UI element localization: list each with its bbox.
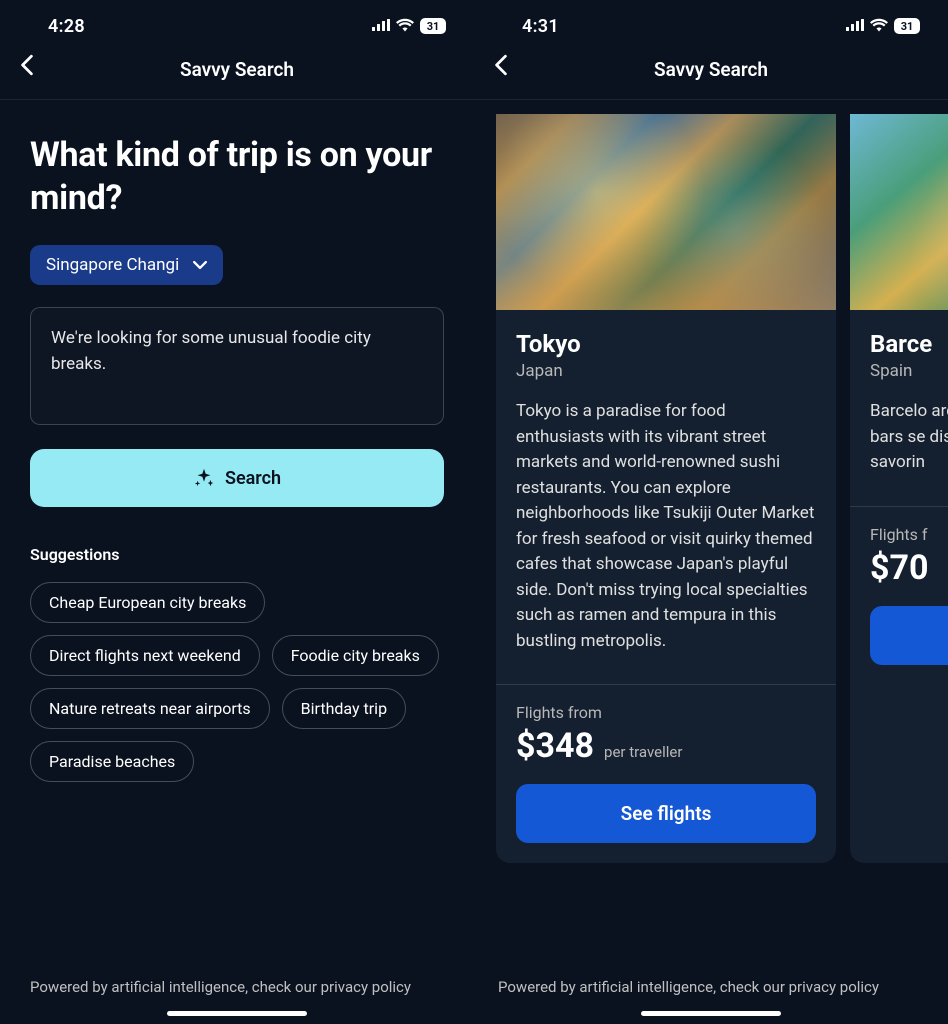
destination-description: Tokyo is a paradise for food enthusiasts… [516,399,816,654]
destination-title: Tokyo [516,330,816,358]
status-bar: 4:31 31 [474,0,948,44]
status-time: 4:31 [522,16,559,37]
destination-card[interactable]: Barce Spain Barcelo architec making geta… [850,114,948,863]
destination-image [496,114,836,310]
status-icons: 31 [846,17,920,36]
suggestions-chips: Cheap European city breaks Direct flight… [30,582,444,782]
search-button-label: Search [225,468,281,489]
app-header: Savvy Search [474,44,948,100]
suggestion-chip[interactable]: Birthday trip [282,688,406,729]
battery-indicator: 31 [420,18,446,34]
flights-from-label: Flights from [516,703,816,722]
search-content: What kind of trip is on your mind? Singa… [0,100,474,1024]
wifi-icon [870,17,888,36]
origin-selector[interactable]: Singapore Changi [30,245,223,285]
see-flights-button[interactable] [870,606,948,665]
price-row: $348 per traveller [516,726,816,766]
price-value: $348 [516,726,594,766]
suggestion-chip[interactable]: Cheap European city breaks [30,582,265,623]
flights-from-label: Flights f [870,525,948,544]
wifi-icon [396,17,414,36]
status-time: 4:28 [48,16,85,37]
destination-title: Barce [870,330,948,358]
suggestion-chip[interactable]: Nature retreats near airports [30,688,270,729]
destination-image [850,114,948,310]
card-body: Tokyo Japan Tokyo is a paradise for food… [496,310,836,668]
back-button[interactable] [494,54,508,80]
suggestion-chip[interactable]: Foodie city breaks [272,635,439,676]
home-indicator[interactable] [641,1011,781,1016]
cellular-signal-icon [846,17,864,36]
header-title: Savvy Search [654,58,768,81]
chevron-down-icon [193,258,207,272]
page-heading: What kind of trip is on your mind? [30,134,444,219]
price-row: $70 [870,548,948,588]
suggestion-chip[interactable]: Direct flights next weekend [30,635,260,676]
home-indicator[interactable] [167,1011,307,1016]
screen-results: 4:31 31 Savvy Search Tokyo Japan Tokyo i… [474,0,948,1024]
header-title: Savvy Search [180,58,294,81]
price-section: Flights from $348 per traveller See flig… [496,685,836,863]
back-button[interactable] [20,54,34,80]
suggestion-chip[interactable]: Paradise beaches [30,741,194,782]
results-content: Tokyo Japan Tokyo is a paradise for food… [474,100,948,1024]
per-traveller-label: per traveller [604,743,682,761]
footer-disclaimer[interactable]: Powered by artificial intelligence, chec… [30,977,444,1024]
destination-card[interactable]: Tokyo Japan Tokyo is a paradise for food… [496,114,836,863]
price-section: Flights f $70 [850,507,948,685]
card-body: Barce Spain Barcelo architec making geta… [850,310,948,490]
price-value: $70 [870,548,929,588]
origin-label: Singapore Changi [46,255,179,275]
destination-description: Barcelo architec making getawa Gothic ba… [870,399,948,476]
status-bar: 4:28 31 [0,0,474,44]
suggestions-heading: Suggestions [30,545,444,564]
sparkle-icon [193,467,215,489]
battery-indicator: 31 [894,18,920,34]
cellular-signal-icon [372,17,390,36]
screen-search-input: 4:28 31 Savvy Search What kind of trip i… [0,0,474,1024]
result-cards[interactable]: Tokyo Japan Tokyo is a paradise for food… [496,114,948,863]
app-header: Savvy Search [0,44,474,100]
see-flights-button[interactable]: See flights [516,784,816,843]
search-button[interactable]: Search [30,449,444,507]
destination-country: Japan [516,361,816,381]
destination-country: Spain [870,361,948,381]
status-icons: 31 [372,17,446,36]
search-query-input[interactable]: We're looking for some unusual foodie ci… [30,307,444,425]
